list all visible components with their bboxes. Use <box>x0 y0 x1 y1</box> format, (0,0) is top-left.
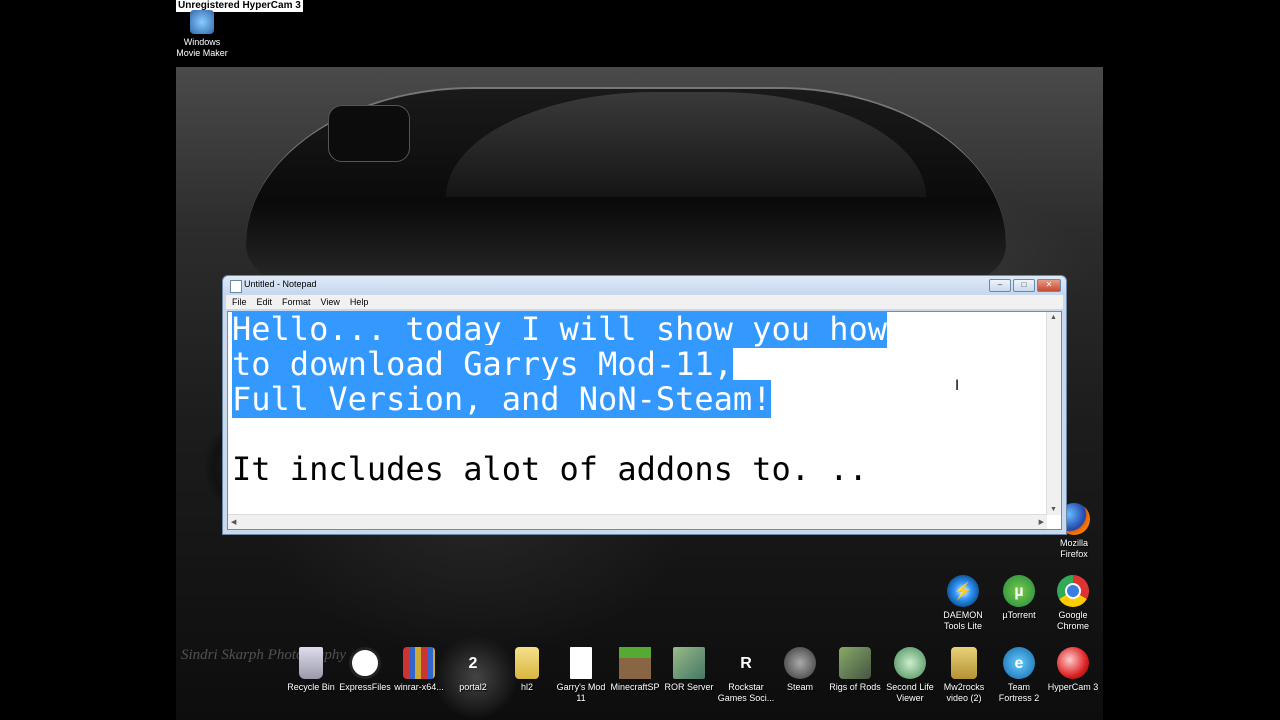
selected-text-line: to download Garrys Mod-11, <box>232 345 733 383</box>
chrome-icon <box>1057 575 1089 607</box>
desktop-icon-mw2rocks[interactable]: Mw2rocks video (2) <box>934 647 994 704</box>
ibeam-cursor-icon: I <box>955 378 960 394</box>
icon-label: Games Soci... <box>717 693 775 703</box>
utorrent-icon: µ <box>1003 575 1035 607</box>
desktop-icon-portal2[interactable]: 2 portal2 <box>443 647 503 693</box>
recycle-bin-icon <box>299 647 323 679</box>
icon-label: Google <box>1058 610 1088 620</box>
icon-label: Rockstar <box>728 682 764 692</box>
icon-label: Mw2rocks <box>943 682 985 692</box>
selected-text-line: Full Version, and NoN-Steam! <box>232 380 772 418</box>
portal2-icon: 2 <box>468 654 478 672</box>
icon-label: Second Life <box>886 682 934 692</box>
icon-label: Movie Maker <box>176 48 228 58</box>
icon-label: winrar-x64... <box>394 682 444 692</box>
notepad-app-icon <box>230 280 242 293</box>
horizontal-scrollbar[interactable]: ◀ ▶ <box>228 514 1047 529</box>
desktop-icon-hl2[interactable]: hl2 <box>497 647 557 693</box>
desktop-icon-windows-movie-maker[interactable]: Windows Movie Maker <box>172 10 232 59</box>
expressfiles-icon <box>349 647 381 679</box>
desktop-icon-expressfiles[interactable]: ExpressFiles <box>335 647 395 693</box>
icon-label: video (2) <box>946 693 982 703</box>
window-controls: ‒ □ ✕ <box>989 279 1061 292</box>
desktop-icon-recycle-bin[interactable]: Recycle Bin <box>281 647 341 693</box>
internet-explorer-icon: e <box>1003 647 1035 679</box>
text-area[interactable]: Hello... today I will show you how to do… <box>232 312 1045 515</box>
icon-label: Team <box>1007 682 1030 692</box>
desktop-icon-steam[interactable]: Steam <box>770 647 830 693</box>
icon-label: MinecraftSP <box>610 682 660 692</box>
minimize-button[interactable]: ‒ <box>989 279 1011 292</box>
rockstar-icon: R <box>740 654 752 672</box>
icon-label: Fortress 2 <box>998 693 1040 703</box>
desktop-icon-rockstar[interactable]: R Rockstar Games Soci... <box>716 647 776 704</box>
car-mirror-shape <box>328 105 410 162</box>
maximize-button[interactable]: □ <box>1013 279 1035 292</box>
desktop-icon-chrome[interactable]: Google Chrome <box>1043 575 1103 632</box>
scroll-right-arrow-icon[interactable]: ▶ <box>1039 518 1044 526</box>
desktop-icon-ror-server[interactable]: ROR Server <box>659 647 719 693</box>
icon-label: Windows <box>183 37 221 47</box>
icon-label: Tools Lite <box>943 621 983 631</box>
icon-label: Steam <box>786 682 813 692</box>
folder-icon <box>515 647 539 679</box>
icon-label: Garry's Mod <box>556 682 606 692</box>
menu-file[interactable]: File <box>232 297 247 307</box>
winrar-icon <box>403 647 435 679</box>
second-life-icon <box>894 647 926 679</box>
text-editor[interactable]: Hello... today I will show you how to do… <box>227 311 1062 530</box>
movie-maker-icon <box>190 10 214 34</box>
minecraft-block-icon <box>619 647 651 679</box>
icon-label: HyperCam 3 <box>1047 682 1099 692</box>
notepad-titlebar[interactable]: Untitled - Notepad ‒ □ ✕ <box>223 276 1066 295</box>
selected-text-line: Hello... today I will show you how <box>232 312 888 348</box>
icon-label: ExpressFiles <box>339 682 391 692</box>
desktop-icon-minecraftsp[interactable]: MinecraftSP <box>605 647 665 693</box>
notepad-window[interactable]: Untitled - Notepad ‒ □ ✕ File Edit Forma… <box>222 275 1067 535</box>
icon-label: Firefox <box>1060 549 1088 559</box>
scroll-up-arrow-icon[interactable]: ▲ <box>1050 314 1057 321</box>
hypercam-icon <box>1057 647 1089 679</box>
scroll-left-arrow-icon[interactable]: ◀ <box>231 518 236 526</box>
desktop-icon-rigs-of-rods[interactable]: Rigs of Rods <box>825 647 885 693</box>
daemon-tools-icon: ⚡ <box>947 575 979 607</box>
menu-bar: File Edit Format View Help <box>226 295 1063 309</box>
icon-label: DAEMON <box>943 610 983 620</box>
file-icon <box>570 647 592 679</box>
menu-edit[interactable]: Edit <box>257 297 273 307</box>
icon-label: hl2 <box>520 682 533 692</box>
icon-label: Mozilla <box>1059 538 1088 548</box>
scroll-down-arrow-icon[interactable]: ▼ <box>1050 506 1057 513</box>
window-title: Untitled - Notepad <box>244 279 317 289</box>
icon-label: Recycle Bin <box>287 682 335 692</box>
desktop-icon-hypercam[interactable]: HyperCam 3 <box>1043 647 1103 693</box>
desktop-icon-winrar[interactable]: winrar-x64... <box>389 647 449 693</box>
desktop-icon-second-life[interactable]: Second Life Viewer <box>880 647 940 704</box>
menu-help[interactable]: Help <box>350 297 369 307</box>
menu-view[interactable]: View <box>321 297 340 307</box>
vertical-scrollbar[interactable]: ▲ ▼ <box>1046 312 1061 515</box>
icon-label: ROR Server <box>664 682 714 692</box>
desktop-icon-team-fortress-2[interactable]: e Team Fortress 2 <box>989 647 1049 704</box>
rigs-of-rods-icon <box>839 647 871 679</box>
icon-label: portal2 <box>459 682 487 692</box>
ror-server-icon <box>673 647 705 679</box>
icon-label: Chrome <box>1056 621 1089 631</box>
desktop-icon-daemon-tools[interactable]: ⚡ DAEMON Tools Lite <box>933 575 993 632</box>
text-line: It includes alot of addons to. .. <box>232 450 868 488</box>
desktop-icon-utorrent[interactable]: µ µTorrent <box>989 575 1049 621</box>
desktop-icon-garrys-mod[interactable]: Garry's Mod 11 <box>551 647 611 704</box>
icon-label: Rigs of Rods <box>829 682 881 692</box>
menu-format[interactable]: Format <box>282 297 311 307</box>
icon-label: µTorrent <box>1002 610 1036 620</box>
video-folder-icon <box>951 647 977 679</box>
steam-icon <box>784 647 816 679</box>
icon-label: Viewer <box>896 693 924 703</box>
icon-label: 11 <box>576 693 586 703</box>
close-button[interactable]: ✕ <box>1037 279 1061 292</box>
